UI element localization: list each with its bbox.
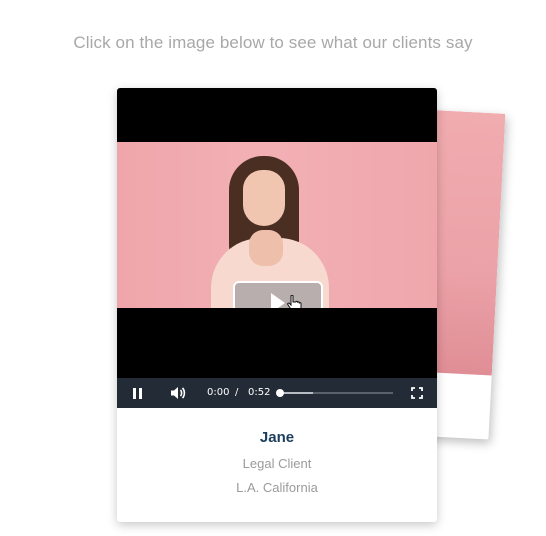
video-player[interactable]: 0:00 / 0:52 xyxy=(117,88,437,408)
video-controls: 0:00 / 0:52 xyxy=(117,378,437,408)
time-separator: / xyxy=(235,387,239,398)
person-face xyxy=(243,170,285,226)
client-location: L.A. California xyxy=(236,480,318,495)
client-name: Jane xyxy=(259,429,295,446)
fullscreen-button[interactable] xyxy=(409,378,425,408)
pause-button[interactable] xyxy=(129,378,145,408)
hand-cursor-icon xyxy=(287,295,302,308)
volume-button[interactable] xyxy=(169,378,187,408)
fullscreen-icon xyxy=(411,387,423,399)
person-hand xyxy=(249,230,283,266)
pause-icon-bar xyxy=(138,387,142,399)
client-role: Legal Client xyxy=(242,456,312,471)
buffer-bar xyxy=(279,392,314,394)
video-frame[interactable] xyxy=(117,142,437,308)
instruction-text: Click on the image below to see what our… xyxy=(73,33,473,52)
testimonial-card: 0:00 / 0:52 Jane Legal Client L.A. Calif… xyxy=(117,88,437,522)
pause-icon xyxy=(132,387,136,399)
play-icon xyxy=(271,293,285,308)
play-button[interactable] xyxy=(233,281,323,308)
current-time: 0:00 xyxy=(207,387,230,398)
progress-handle[interactable] xyxy=(276,389,284,397)
client-info: Jane Legal Client L.A. California xyxy=(117,408,437,495)
volume-icon xyxy=(171,387,186,399)
progress-bar[interactable] xyxy=(276,389,393,397)
duration: 0:52 xyxy=(248,387,271,398)
